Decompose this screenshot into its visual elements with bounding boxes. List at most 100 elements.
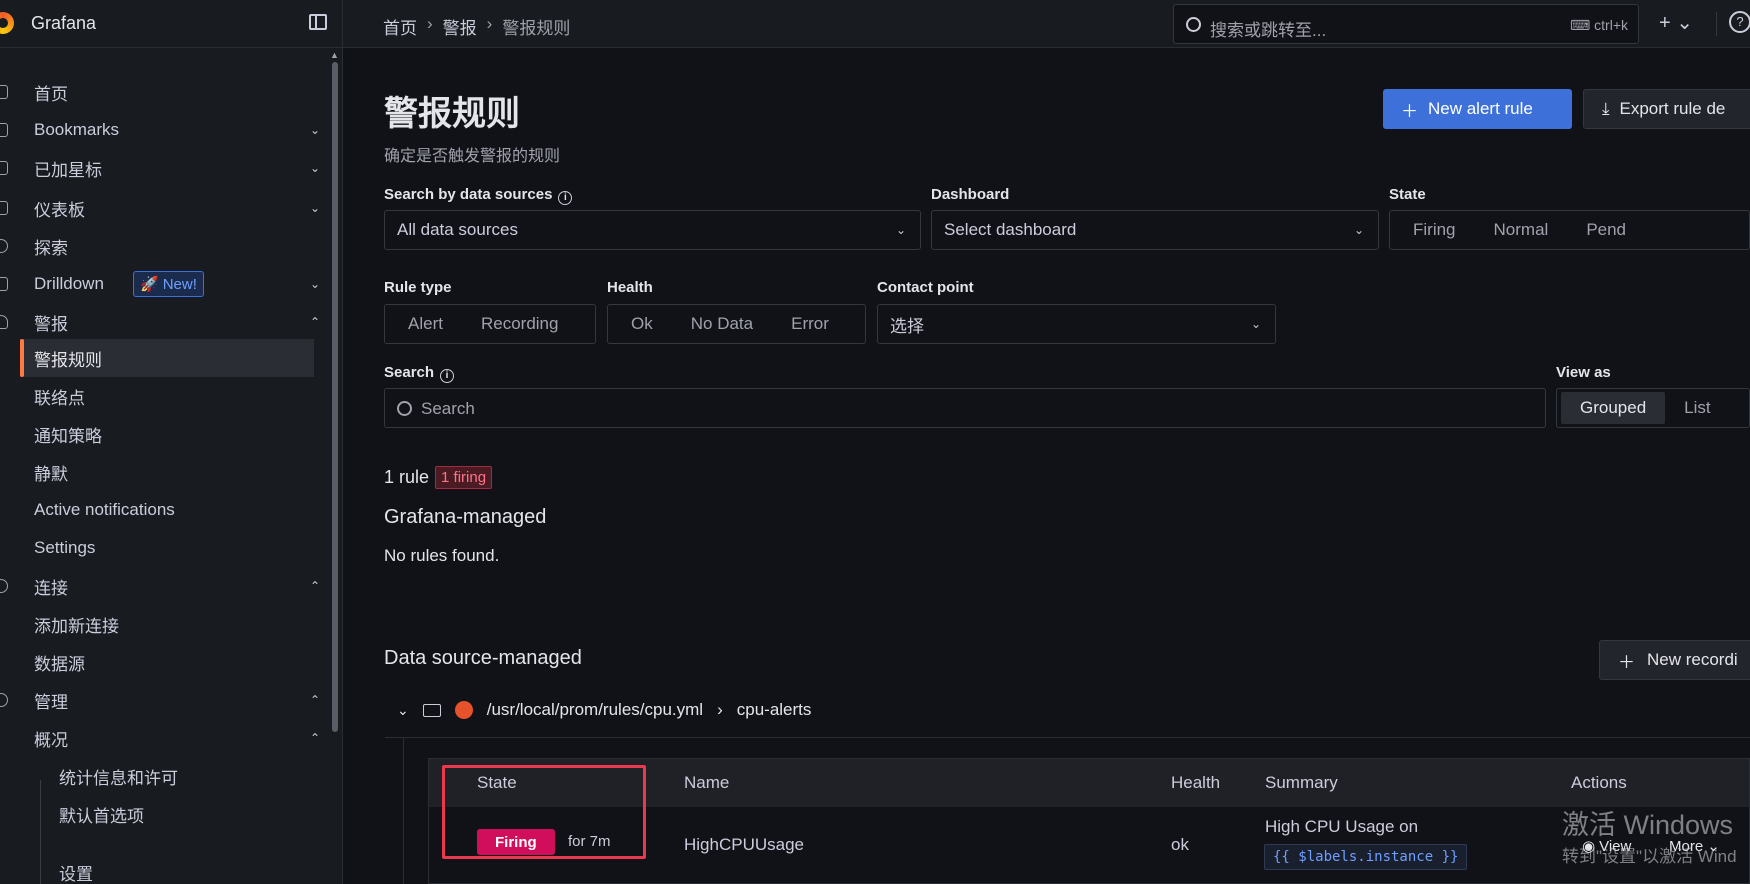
info-icon[interactable]: i xyxy=(558,191,573,205)
rule-type-radio-group: Alert Recording xyxy=(384,304,596,344)
bookmark-icon xyxy=(0,123,8,137)
nav-alert-rules[interactable]: 警报规则 xyxy=(20,339,314,377)
nav-active-notifications[interactable]: Active notifications xyxy=(0,491,300,529)
nav-contact-points[interactable]: 联络点 xyxy=(0,377,300,415)
chevron-up-icon[interactable]: ⌃ xyxy=(310,315,320,329)
search-icon xyxy=(1186,17,1201,32)
sidebar: Grafana 首页 Bookmarks ⌄ 已加星标 ⌄ 仪表板 ⌄ 探索 Dril… xyxy=(0,0,343,884)
button-label: Export rule de xyxy=(1619,99,1726,118)
chevron-down-icon[interactable]: ⌄ xyxy=(310,277,320,291)
topbar: 首页 › 警报 › 警报规则 搜索或跳转至... ⌨ ctrl+k + ⌄ ? xyxy=(343,0,1750,48)
add-menu-button[interactable]: + ⌄ xyxy=(1659,10,1693,35)
divider xyxy=(1716,12,1717,36)
export-rules-button[interactable]: ⤓ Export rule de xyxy=(1583,89,1750,129)
rule-health: ok xyxy=(1171,835,1189,854)
shortcut-label: ctrl+k xyxy=(1594,17,1628,33)
chevron-down-icon[interactable]: ⌄ xyxy=(397,702,409,719)
nav-label: Drilldown xyxy=(34,274,104,293)
rule-type-alert[interactable]: Alert xyxy=(389,308,462,340)
nav-general[interactable]: 概况 ⌃ xyxy=(0,719,320,757)
nav-notification-policies[interactable]: 通知策略 xyxy=(0,415,300,453)
bell-icon xyxy=(0,315,8,329)
nav-label: 探索 xyxy=(34,238,68,258)
nav-starred[interactable]: 已加星标 ⌄ xyxy=(0,149,320,187)
contact-point-select[interactable]: 选择 ⌄ xyxy=(877,304,1276,344)
view-list[interactable]: List xyxy=(1665,392,1729,424)
nav-bookmarks[interactable]: Bookmarks ⌄ xyxy=(0,111,320,149)
view-grouped[interactable]: Grouped xyxy=(1561,392,1666,424)
nav-drilldown[interactable]: Drilldown 🚀 New! ⌄ xyxy=(0,265,320,303)
search-label: Search i xyxy=(384,364,455,383)
download-icon: ⤓ xyxy=(1602,99,1610,118)
chevron-down-icon[interactable]: ⌄ xyxy=(310,201,320,215)
rule-search-input[interactable]: Search xyxy=(384,388,1546,428)
col-health: Health xyxy=(1171,773,1221,792)
breadcrumb-home[interactable]: 首页 xyxy=(383,14,417,39)
home-icon xyxy=(0,85,8,99)
state-option-firing[interactable]: Firing xyxy=(1394,214,1475,246)
health-error[interactable]: Error xyxy=(772,308,848,340)
nav-silences[interactable]: 静默 xyxy=(0,453,300,491)
global-search-input[interactable]: 搜索或跳转至... ⌨ ctrl+k xyxy=(1173,4,1639,44)
nav-connections[interactable]: 连接 ⌃ xyxy=(0,567,320,605)
nav-settings-admin[interactable]: 设置 xyxy=(0,853,300,884)
nav-label: 管理 xyxy=(34,692,68,712)
health-no-data[interactable]: No Data xyxy=(672,308,772,340)
highlight-annotation xyxy=(442,765,646,859)
nav-alerting[interactable]: 警报 ⌃ xyxy=(0,303,320,341)
scroll-up-icon[interactable]: ▲ xyxy=(330,50,339,60)
new-alert-rule-button[interactable]: ＋ New alert rule xyxy=(1383,89,1572,129)
info-icon[interactable]: i xyxy=(440,369,455,383)
chevron-up-icon[interactable]: ⌃ xyxy=(310,693,320,707)
breadcrumb-alerting[interactable]: 警报 xyxy=(443,14,477,39)
chevron-down-icon: ⌄ xyxy=(1250,317,1261,331)
chevron-right-icon: › xyxy=(717,700,723,719)
chevron-right-icon: › xyxy=(486,14,493,33)
health-radio-group: Ok No Data Error xyxy=(607,304,866,344)
plus-icon: ＋ xyxy=(1618,652,1635,672)
nav-add-connection[interactable]: 添加新连接 xyxy=(0,605,300,643)
connections-icon xyxy=(0,579,8,593)
sidebar-header: Grafana xyxy=(0,0,343,48)
health-ok[interactable]: Ok xyxy=(612,308,672,340)
chevron-down-icon[interactable]: ⌄ xyxy=(310,123,320,137)
chevron-down-icon[interactable]: ⌄ xyxy=(310,161,320,175)
button-label: New alert rule xyxy=(1428,99,1533,118)
nav-label: 默认首选项 xyxy=(59,806,144,826)
rule-type-recording[interactable]: Recording xyxy=(462,308,578,340)
help-icon[interactable]: ? xyxy=(1729,11,1750,33)
plus-icon: ＋ xyxy=(1401,101,1418,121)
state-option-normal[interactable]: Normal xyxy=(1475,214,1568,246)
chevron-up-icon[interactable]: ⌃ xyxy=(310,731,320,745)
sidebar-scrollbar[interactable] xyxy=(332,62,338,732)
rule-type-label: Rule type xyxy=(384,279,452,296)
nav-home[interactable]: 首页 xyxy=(0,73,300,111)
grafana-logo-icon[interactable] xyxy=(0,12,14,34)
chevron-up-icon[interactable]: ⌃ xyxy=(310,579,320,593)
nav-label: Bookmarks xyxy=(34,120,120,139)
nav-label: 通知策略 xyxy=(34,426,102,446)
dock-menu-icon[interactable] xyxy=(309,14,327,30)
dashboard-select[interactable]: Select dashboard ⌄ xyxy=(931,210,1379,250)
search-icon xyxy=(397,401,412,416)
state-option-pending[interactable]: Pend xyxy=(1567,214,1645,246)
select-value: All data sources xyxy=(397,220,518,239)
page-title: 警报规则 xyxy=(384,95,520,133)
nav-explore[interactable]: 探索 xyxy=(0,227,300,265)
windows-watermark: 激活 Windows 转到"设置"以激活 Wind xyxy=(1562,803,1737,867)
search-placeholder: 搜索或跳转至... xyxy=(1210,21,1327,40)
nav-default-preferences[interactable]: 默认首选项 xyxy=(0,795,300,833)
nav-stats-license[interactable]: 统计信息和许可 xyxy=(0,757,300,795)
nav-data-sources[interactable]: 数据源 xyxy=(0,643,300,681)
nav-label: 仪表板 xyxy=(34,200,85,220)
nav-dashboards[interactable]: 仪表板 ⌄ xyxy=(0,189,320,227)
namespace-row[interactable]: ⌄ /usr/local/prom/rules/cpu.yml › cpu-al… xyxy=(397,700,811,720)
datasource-select[interactable]: All data sources ⌄ xyxy=(384,210,921,250)
nav-administration[interactable]: 管理 ⌃ xyxy=(0,681,320,719)
brand-name: Grafana xyxy=(31,13,97,33)
new-recording-rule-button[interactable]: ＋ New recordi xyxy=(1599,640,1750,680)
select-placeholder: 选择 xyxy=(890,316,924,336)
nav-settings[interactable]: Settings xyxy=(0,529,300,567)
nav-label: 连接 xyxy=(34,578,68,598)
nav-label: 数据源 xyxy=(34,654,85,674)
